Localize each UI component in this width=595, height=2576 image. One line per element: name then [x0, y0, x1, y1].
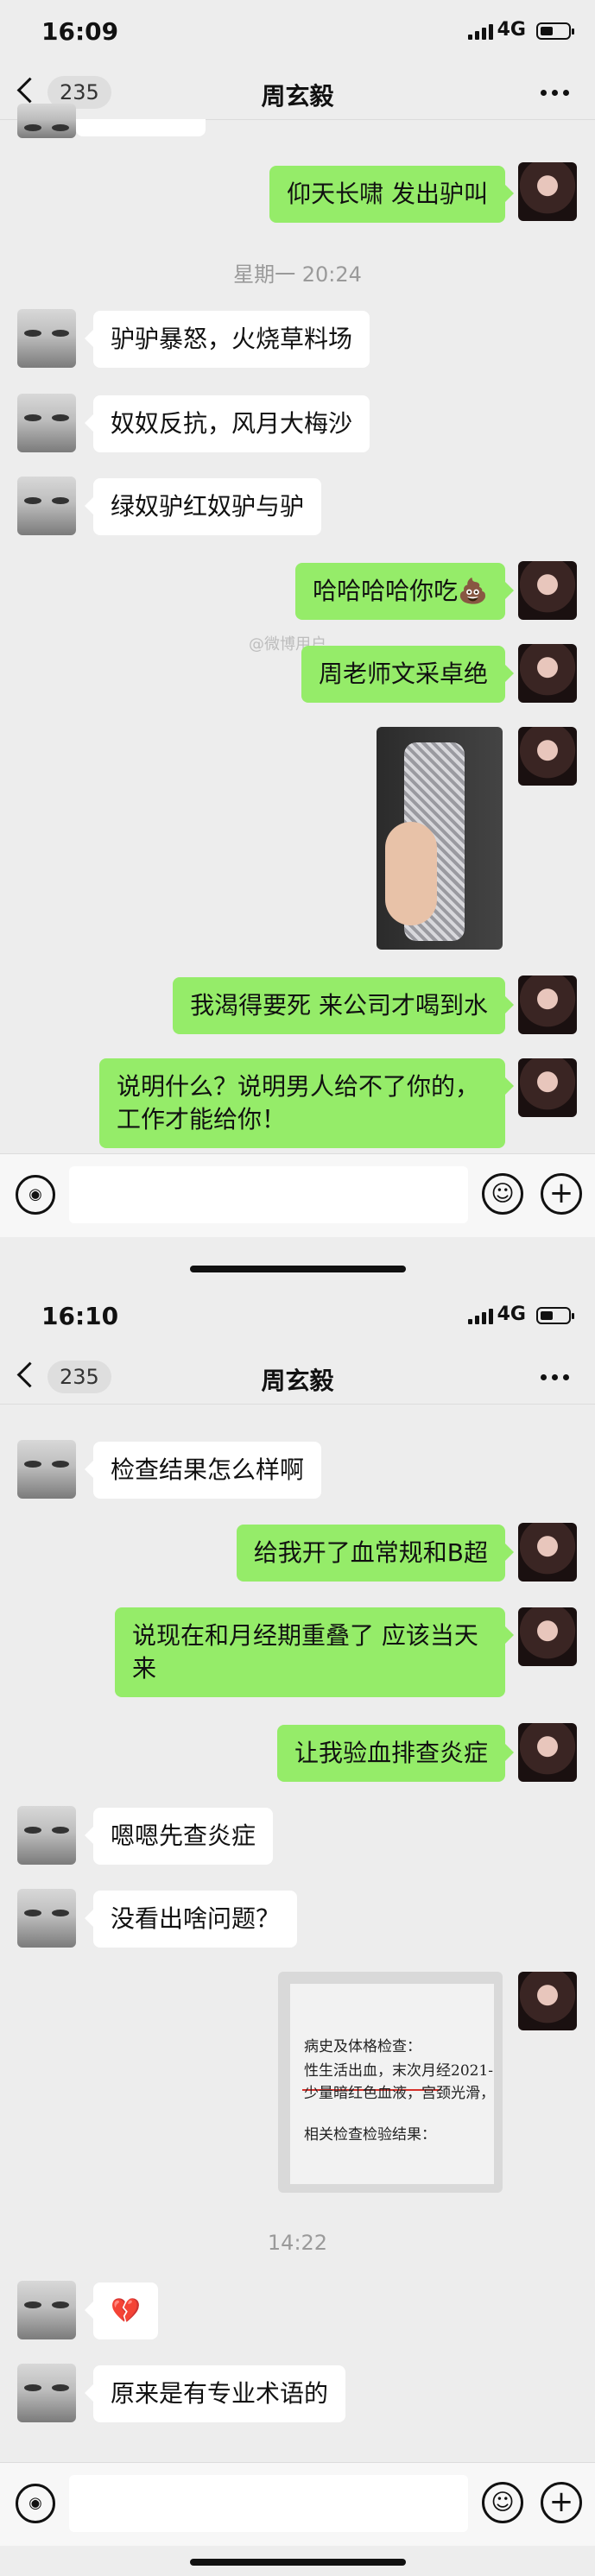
message-bubble-in[interactable]: 奴奴反抗，风月大梅沙 — [84, 395, 370, 452]
message-bubble-in[interactable]: 嗯嗯先查炎症 — [84, 1808, 274, 1865]
document-line: 病史及体格检查： — [304, 2038, 421, 2055]
message-bubble-out[interactable]: 给我开了血常规和B超 — [236, 1525, 515, 1582]
message-bubble-out[interactable]: 哈哈哈哈你吃💩 — [295, 563, 514, 620]
message-bubble-in[interactable]: 原来是有专业术语的 — [84, 2365, 346, 2422]
chat-title: 周玄毅 — [261, 1367, 334, 1395]
chat-screen-2: 16:10 4G 235 周玄毅 检查结果怎么样啊 给我开了血常规和B超 说现在… — [0, 1285, 595, 2576]
plus-icon[interactable]: + — [541, 1173, 582, 1215]
my-avatar[interactable] — [518, 727, 577, 786]
contact-avatar[interactable] — [17, 2281, 76, 2339]
battery-icon — [536, 22, 574, 40]
network-label: 4G — [497, 1304, 526, 1325]
my-avatar[interactable] — [518, 644, 577, 703]
network-label: 4G — [497, 19, 526, 41]
partial-message-bubble — [76, 119, 206, 136]
message-bubble-out[interactable]: 周老师文采卓绝 — [301, 646, 515, 703]
message-timestamp: 14:22 — [267, 2231, 328, 2255]
chat-input-bar: ◉ ☺ + — [0, 1153, 595, 1237]
document-line: 性生活出血，末次月经2021- — [304, 2062, 494, 2080]
message-input[interactable] — [69, 2475, 468, 2532]
message-bubble-in[interactable]: 💔 — [85, 2282, 158, 2339]
battery-icon — [536, 1307, 574, 1324]
message-bubble-out[interactable]: 我渴得要死 来公司才喝到水 — [173, 977, 514, 1034]
chat-input-bar: ◉ ☺ + — [0, 2462, 595, 2546]
my-avatar[interactable] — [518, 1723, 577, 1782]
status-bar: 16:10 4G — [0, 1285, 595, 1352]
contact-avatar[interactable] — [17, 1889, 76, 1948]
nav-bar: 235 周玄毅 — [0, 1352, 595, 1405]
message-bubble-in[interactable]: 没看出啥问题？ — [84, 1891, 298, 1948]
more-icon[interactable] — [541, 1374, 569, 1380]
message-bubble-out[interactable]: 仰天长啸 发出驴叫 — [269, 166, 514, 223]
message-bubble-in[interactable]: 驴驴暴怒，火烧草料场 — [84, 311, 370, 368]
message-input[interactable] — [69, 1166, 468, 1223]
contact-avatar[interactable] — [17, 1440, 76, 1499]
my-avatar[interactable] — [518, 1523, 577, 1582]
message-bubble-in[interactable]: 检查结果怎么样啊 — [84, 1442, 322, 1499]
message-bubble-out[interactable]: 说现在和月经期重叠了 应该当天来 — [115, 1607, 514, 1697]
hand-image-shape — [385, 822, 437, 925]
my-avatar[interactable] — [518, 1058, 577, 1117]
contact-avatar[interactable] — [17, 394, 76, 452]
signal-icon — [468, 1309, 493, 1324]
message-bubble-out[interactable]: 说明什么？说明男人给不了你的，工作才能给你！ — [99, 1058, 514, 1148]
emoji-icon[interactable]: ☺ — [482, 2482, 523, 2523]
voice-icon[interactable]: ◉ — [16, 2484, 55, 2523]
contact-avatar[interactable] — [17, 104, 76, 138]
contact-avatar[interactable] — [17, 2364, 76, 2422]
plus-icon[interactable]: + — [541, 2482, 582, 2523]
emoji-icon[interactable]: ☺ — [482, 1173, 523, 1215]
my-avatar[interactable] — [518, 561, 577, 620]
my-avatar[interactable] — [518, 975, 577, 1034]
document-page: 病史及体格检查： 性生活出血，末次月经2021- 少量暗红色血液，宫颈光滑， 相… — [290, 1984, 495, 2184]
chat-title: 周玄毅 — [261, 82, 334, 110]
message-timestamp: 星期一 20:24 — [233, 262, 362, 287]
status-time: 16:10 — [41, 1302, 119, 1330]
message-bubble-in[interactable]: 绿奴驴红奴驴与驴 — [84, 478, 322, 535]
message-bubble-out[interactable]: 让我验血排查炎症 — [276, 1725, 515, 1782]
contact-avatar[interactable] — [17, 1806, 76, 1865]
document-line: 相关检查检验结果： — [304, 2126, 436, 2144]
contact-avatar[interactable] — [17, 477, 76, 535]
status-time: 16:09 — [41, 17, 119, 46]
medical-record-photo[interactable]: 病史及体格检查： 性生活出血，末次月经2021- 少量暗红色血液，宫颈光滑， 相… — [278, 1972, 503, 2193]
my-avatar[interactable] — [518, 1607, 577, 1666]
home-indicator — [190, 2559, 406, 2566]
nav-bar: 235 周玄毅 — [0, 67, 595, 120]
signal-icon — [468, 24, 493, 40]
contact-avatar[interactable] — [17, 309, 76, 368]
voice-icon[interactable]: ◉ — [16, 1175, 55, 1215]
status-bar: 16:09 4G — [0, 0, 595, 67]
my-avatar[interactable] — [518, 1972, 577, 2030]
more-icon[interactable] — [541, 90, 569, 96]
document-line: 少量暗红色血液，宫颈光滑， — [304, 2085, 495, 2102]
home-indicator — [190, 1266, 406, 1272]
chat-screen-1: 16:09 4G 235 周玄毅 仰天长啸 发出驴叫 星期一 20:24 驴驴暴… — [0, 0, 595, 1285]
bottle-photo[interactable] — [377, 727, 503, 950]
my-avatar[interactable] — [518, 162, 577, 221]
